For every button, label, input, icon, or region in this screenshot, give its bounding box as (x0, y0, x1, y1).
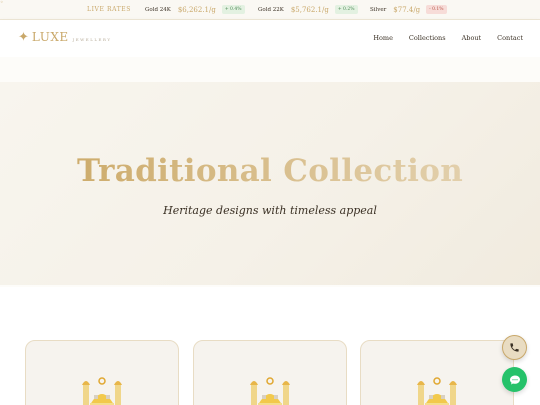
rate-silver: Silver $77.4/g - 0.1% (370, 5, 447, 14)
mosque-icon (82, 377, 122, 405)
nav-about[interactable]: About (462, 34, 482, 42)
live-rates-ticker: ◦ LIVE RATES Gold 24K $6,262.1/g + 0.4% … (0, 0, 540, 20)
brand-name: LUXE (31, 30, 69, 44)
rate-name: Silver (370, 6, 387, 13)
live-rates-label: LIVE RATES (87, 6, 131, 13)
hero-banner: Traditional Collection Heritage designs … (0, 82, 540, 285)
sparkle-icon: ✦ (18, 30, 29, 45)
whatsapp-chat-button[interactable] (502, 367, 527, 392)
ring-icon: ◦ (0, 0, 4, 6)
rate-change-badge: + 0.4% (221, 5, 245, 14)
rate-price: $77.4/g (393, 5, 421, 14)
mosque-icon (417, 377, 457, 405)
product-card[interactable] (25, 340, 179, 405)
call-button[interactable] (502, 335, 527, 360)
rate-name: Gold 24K (145, 6, 171, 13)
site-header: ✦ LUXE JEWELLERY Home Collections About … (0, 20, 540, 57)
page-title: Traditional Collection (0, 153, 540, 189)
page-subtitle: Heritage designs with timeless appeal (163, 204, 377, 217)
rate-price: $6,262.1/g (177, 5, 216, 14)
nav-collections[interactable]: Collections (409, 34, 446, 42)
main-nav: Home Collections About Contact (357, 34, 523, 42)
rate-gold-22k: Gold 22K $5,762.1/g + 0.2% (258, 5, 358, 14)
brand-tagline: JEWELLERY (72, 37, 112, 42)
mosque-icon (250, 377, 290, 405)
chat-icon (509, 375, 520, 384)
rate-price: $5,762.1/g (290, 5, 329, 14)
product-card[interactable] (360, 340, 514, 405)
nav-contact[interactable]: Contact (497, 34, 523, 42)
nav-home[interactable]: Home (373, 34, 393, 42)
phone-icon (510, 343, 519, 352)
rate-change-badge: + 0.2% (334, 5, 358, 14)
rate-change-badge: - 0.1% (426, 5, 447, 14)
rate-name: Gold 22K (258, 6, 284, 13)
product-card[interactable] (193, 340, 347, 405)
brand-logo[interactable]: ✦ LUXE JEWELLERY (18, 30, 111, 44)
rate-gold-24k: Gold 24K $6,262.1/g + 0.4% (145, 5, 245, 14)
